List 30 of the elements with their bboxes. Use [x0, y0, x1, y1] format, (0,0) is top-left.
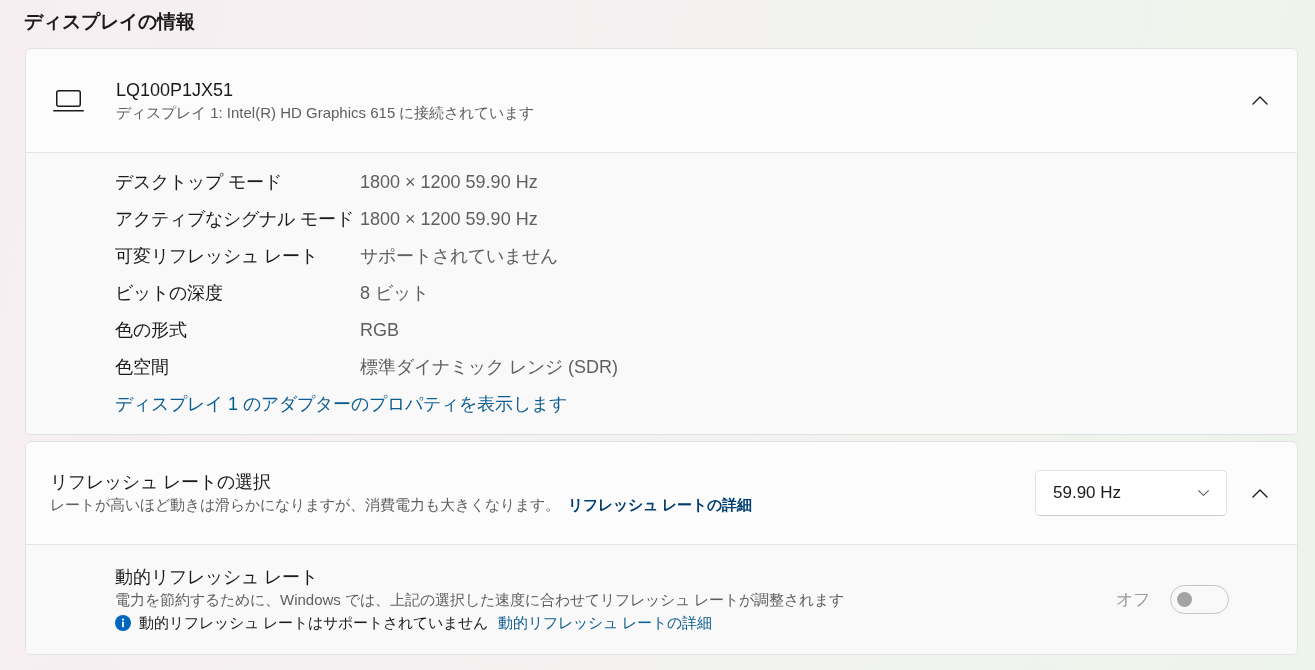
dynamic-refresh-description: 電力を節約するために、Windows では、上記の選択した速度に合わせてリフレッシュ レートが調整されます	[115, 589, 846, 610]
refresh-rate-dropdown[interactable]: 59.90 Hz	[1035, 470, 1227, 516]
laptop-icon	[53, 89, 84, 112]
section-title: ディスプレイの情報	[24, 10, 196, 34]
chevron-down-icon	[1198, 490, 1209, 496]
property-value: 1800 × 1200 59.90 Hz	[360, 208, 538, 231]
property-label: 色の形式	[115, 319, 188, 342]
property-value: 標準ダイナミック レンジ (SDR)	[360, 356, 618, 379]
dynamic-refresh-details-link[interactable]: 動的リフレッシュ レートの詳細	[498, 610, 713, 635]
refresh-rate-description: レートが高いほど動きは滑らかになりますが、消費電力も大きくなります。	[50, 495, 560, 515]
toggle-state-label: オフ	[1116, 588, 1150, 611]
refresh-rate-title: リフレッシュ レートの選択	[50, 471, 272, 494]
property-value: 8 ビット	[360, 282, 429, 305]
refresh-rate-details-link[interactable]: リフレッシュ レートの詳細	[568, 494, 753, 516]
adapter-properties-link[interactable]: ディスプレイ 1 のアダプターのプロパティを表示します	[115, 386, 567, 423]
property-label: デスクトップ モード	[115, 171, 283, 194]
property-value: RGB	[360, 319, 399, 342]
info-icon	[115, 614, 131, 631]
display-name: LQ100P1JX51	[116, 78, 235, 102]
property-label: ビットの深度	[115, 282, 224, 305]
property-value: 1800 × 1200 59.90 Hz	[360, 171, 538, 194]
property-label: アクティブなシグナル モード	[115, 208, 355, 231]
property-label: 色空間	[115, 356, 170, 379]
property-label: 可変リフレッシュ レート	[115, 245, 319, 268]
chevron-up-icon[interactable]	[1252, 96, 1268, 105]
property-value: サポートされていません	[360, 245, 558, 268]
display-connection-text: ディスプレイ 1: Intel(R) HD Graphics 615 に接続されています	[116, 102, 536, 123]
unsupported-notice: 動的リフレッシュ レートはサポートされていません	[139, 612, 489, 633]
chevron-up-icon[interactable]	[1252, 488, 1268, 498]
dynamic-refresh-title: 動的リフレッシュ レート	[115, 565, 319, 589]
